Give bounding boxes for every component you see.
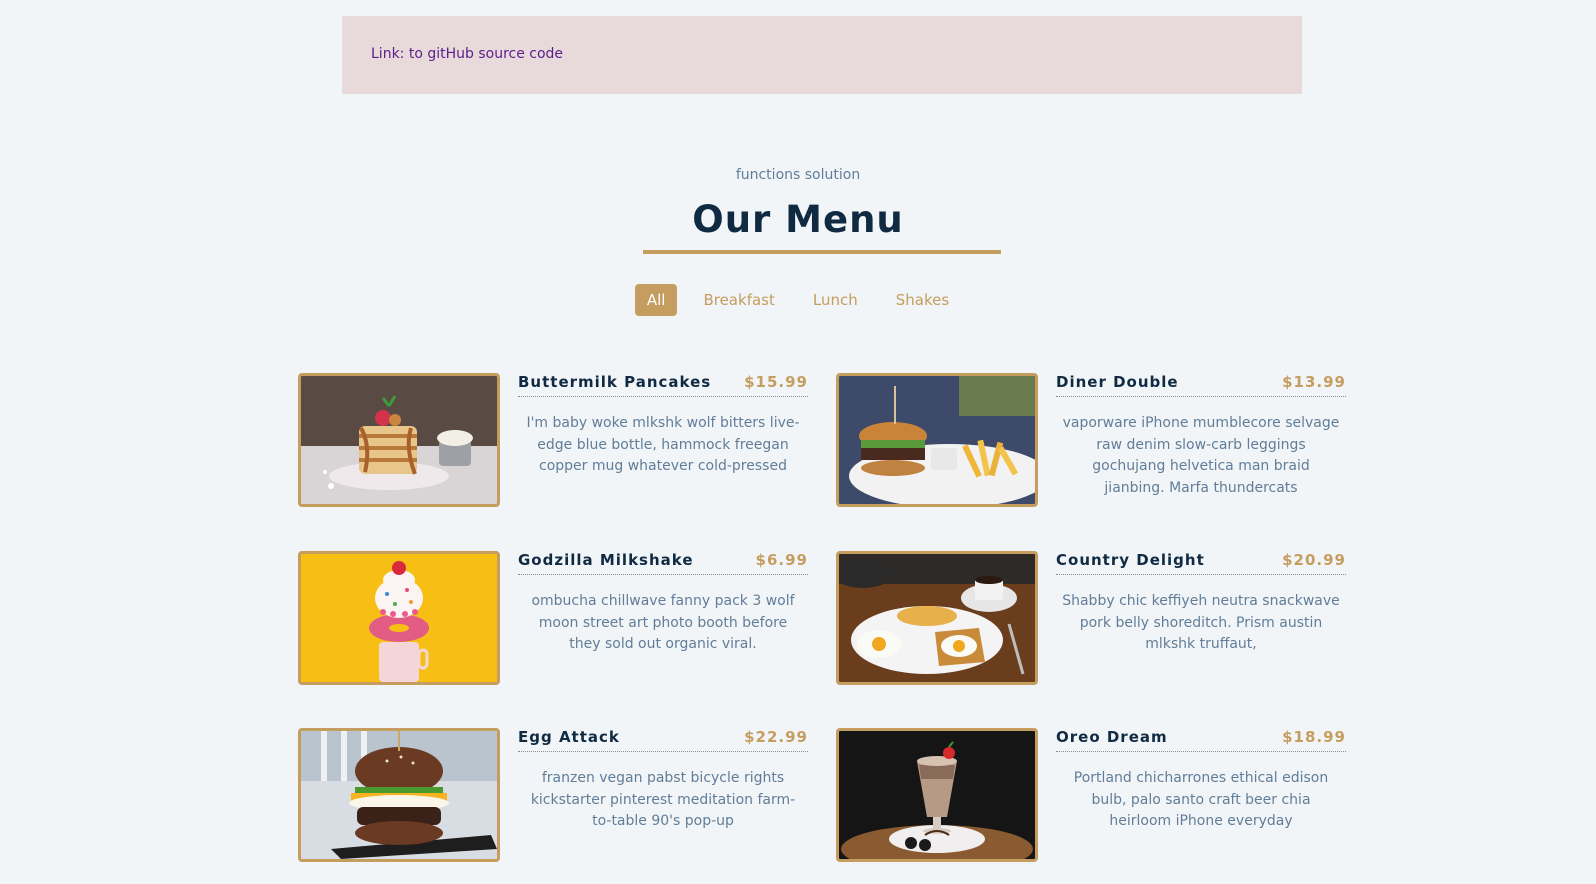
filter-all-button[interactable]: All — [634, 284, 678, 316]
menu-item-buttermilk-pancakes: Buttermilk Pancakes $15.99 I'm baby woke… — [298, 373, 808, 507]
item-name: Diner Double — [1056, 373, 1179, 391]
item-price: $18.99 — [1282, 728, 1346, 746]
item-header: Egg Attack $22.99 — [518, 728, 808, 752]
item-header: Diner Double $13.99 — [1056, 373, 1346, 397]
item-name: Egg Attack — [518, 728, 620, 746]
item-name: Buttermilk Pancakes — [518, 373, 712, 391]
item-header: Godzilla Milkshake $6.99 — [518, 551, 808, 575]
item-header: Oreo Dream $18.99 — [1056, 728, 1346, 752]
item-price: $6.99 — [755, 551, 808, 569]
item-description: vaporware iPhone mumblecore selvage raw … — [1062, 415, 1340, 496]
menu-item-diner-double: Diner Double $13.99 vaporware iPhone mum… — [836, 373, 1346, 507]
item-price: $13.99 — [1282, 373, 1346, 391]
source-banner: Link: to gitHub source code — [342, 16, 1302, 94]
egg-burger-photo — [298, 728, 500, 862]
item-price: $15.99 — [744, 373, 808, 391]
menu-item-godzilla-milkshake: Godzilla Milkshake $6.99 ombucha chillwa… — [298, 551, 808, 685]
item-price: $20.99 — [1282, 551, 1346, 569]
menu-item-egg-attack: Egg Attack $22.99 franzen vegan pabst bi… — [298, 728, 808, 862]
burger-fries-photo — [836, 373, 1038, 507]
oreo-shake-photo — [836, 728, 1038, 862]
filter-lunch-button[interactable]: Lunch — [801, 284, 870, 316]
page-subtitle: functions solution — [735, 167, 861, 183]
github-source-link[interactable]: Link: to gitHub source code — [371, 46, 563, 62]
item-header: Buttermilk Pancakes $15.99 — [518, 373, 808, 397]
item-name: Godzilla Milkshake — [518, 551, 694, 569]
page-title: Our Menu — [692, 198, 904, 241]
filter-shakes-button[interactable]: Shakes — [884, 284, 961, 316]
menu-item-oreo-dream: Oreo Dream $18.99 Portland chicharrones … — [836, 728, 1346, 862]
filter-breakfast-button[interactable]: Breakfast — [691, 284, 786, 316]
eggs-toast-photo — [836, 551, 1038, 685]
item-name: Oreo Dream — [1056, 728, 1168, 746]
item-price: $22.99 — [744, 728, 808, 746]
menu-item-country-delight: Country Delight $20.99 Shabby chic keffi… — [836, 551, 1346, 685]
item-description: franzen vegan pabst bicycle rights kicks… — [530, 770, 796, 829]
item-header: Country Delight $20.99 — [1056, 551, 1346, 575]
item-name: Country Delight — [1056, 551, 1205, 569]
filter-bar: All Breakfast Lunch Shakes — [0, 284, 1596, 316]
milkshake-donut-photo — [298, 551, 500, 685]
item-description: Shabby chic keffiyeh neutra snackwave po… — [1062, 593, 1340, 652]
item-description: ombucha chillwave fanny pack 3 wolf moon… — [531, 593, 795, 652]
pancakes-photo — [298, 373, 500, 507]
item-description: I'm baby woke mlkshk wolf bitters live-e… — [526, 415, 800, 474]
title-underline — [643, 250, 1001, 254]
item-description: Portland chicharrones ethical edison bul… — [1073, 770, 1329, 829]
